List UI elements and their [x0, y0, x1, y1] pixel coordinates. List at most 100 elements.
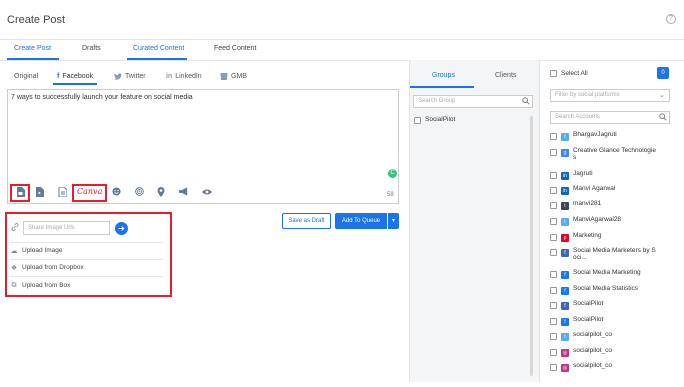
account-row[interactable]: t manvi281 [550, 200, 660, 213]
account-row[interactable]: t BhargavJagruti [550, 131, 660, 144]
tab-original[interactable]: Original [14, 73, 38, 80]
account-row[interactable]: f SocialPilot [550, 316, 660, 329]
account-row[interactable]: g Creative Glance Technologie s [550, 147, 660, 161]
queue-options-chevron-down-icon[interactable]: ▾ [388, 213, 399, 229]
grammarly-icon[interactable]: C [388, 169, 397, 178]
chevron-down-icon[interactable]: ⌄ [659, 91, 665, 99]
account-checkbox[interactable] [550, 287, 557, 294]
account-name: Jagruti [573, 170, 593, 177]
account-checkbox[interactable] [550, 149, 557, 156]
upload-box-button[interactable]: ⧉ Upload from Box [10, 277, 163, 294]
tab-gmb-label: GMB [231, 73, 247, 80]
account-row[interactable]: f Social Media Marketing [550, 269, 660, 282]
post-text[interactable]: 7 ways to successfully launch your featu… [11, 94, 193, 101]
account-row[interactable]: f SocialPilot [550, 300, 660, 313]
search-group-input[interactable]: Search Group [413, 95, 533, 108]
tab-facebook-underline [53, 83, 97, 85]
account-checkbox[interactable] [550, 249, 557, 256]
account-checkbox[interactable] [550, 218, 557, 225]
canva-button[interactable]: Canva [77, 187, 102, 196]
account-row[interactable]: t socialpilot_co [550, 331, 660, 344]
account-checkbox[interactable] [550, 234, 557, 241]
page-title: Create Post [7, 14, 66, 26]
groups-scrollbar[interactable] [530, 116, 533, 376]
account-checkbox[interactable] [550, 302, 557, 309]
target-icon[interactable] [133, 187, 145, 199]
tab-facebook[interactable]: f Facebook [57, 73, 93, 80]
account-row[interactable]: f Social Media Marketers by S oci... [550, 247, 660, 261]
facebook-icon: f [561, 270, 569, 279]
account-checkbox[interactable] [550, 349, 557, 356]
groups-panel [409, 60, 540, 382]
help-icon[interactable]: ? [666, 14, 676, 24]
search-icon[interactable] [522, 97, 530, 107]
submit-url-arrow-icon[interactable]: ➔ [115, 222, 128, 235]
group-checkbox[interactable] [414, 117, 421, 124]
tab-linkedin-label: LinkedIn [175, 73, 202, 80]
upload-dropbox-button[interactable]: ❖ Upload from Dropbox [10, 259, 163, 276]
facebook-icon: f [561, 317, 569, 326]
search-icon[interactable] [659, 113, 667, 123]
tab-linkedin[interactable]: in LinkedIn [166, 73, 202, 80]
add-to-queue-button[interactable]: Add To Queue [335, 213, 387, 229]
account-name: Social Media Marketers by S oci... [573, 247, 656, 261]
image-url-input[interactable]: Share Image Urls [23, 221, 110, 235]
account-checkbox[interactable] [550, 364, 557, 371]
tab-twitter[interactable]: Twitter [114, 73, 146, 80]
tab-drafts[interactable]: Drafts [82, 45, 101, 52]
account-checkbox[interactable] [550, 333, 557, 340]
video-upload-icon[interactable] [33, 187, 45, 199]
account-checkbox[interactable] [550, 202, 557, 209]
account-name: Marketing [573, 232, 602, 239]
account-checkbox[interactable] [550, 172, 557, 179]
emoji-icon[interactable] [110, 187, 122, 199]
facebook-icon: f [561, 286, 569, 295]
upload-box-label: Upload from Box [22, 282, 71, 289]
linkedin-icon: in [561, 171, 569, 180]
document-icon[interactable] [56, 186, 68, 199]
account-checkbox[interactable] [550, 271, 557, 278]
account-checkbox[interactable] [550, 318, 557, 325]
tab-original-label: Original [14, 73, 39, 80]
search-accounts-input[interactable]: Search Accounts [550, 111, 670, 124]
tab-gmb[interactable]: GMB [220, 73, 247, 80]
platform-filter-select[interactable]: Filter by social platforms [550, 89, 670, 102]
account-name: Social Media Marketing [573, 269, 641, 276]
gmb-icon [220, 73, 228, 80]
account-row[interactable]: in Manvi Agarwal [550, 185, 660, 198]
post-editor[interactable]: 7 ways to successfully launch your featu… [7, 89, 399, 204]
pinterest-icon: p [561, 233, 569, 242]
selected-count-badge: 0 [657, 67, 669, 79]
account-checkbox[interactable] [550, 133, 557, 140]
image-upload-icon[interactable] [14, 187, 26, 199]
location-icon[interactable] [155, 187, 167, 199]
group-item[interactable]: SocialPilot [425, 116, 455, 123]
tab-create-post[interactable]: Create Post [14, 45, 51, 52]
twitter-icon [114, 73, 122, 80]
select-all-label[interactable]: Select All [561, 70, 588, 77]
account-row[interactable]: p Marketing [550, 232, 660, 245]
account-row[interactable]: f Social Media Statistics [550, 285, 660, 298]
tab-groups[interactable]: Groups [432, 72, 455, 79]
facebook-group-icon: f [561, 301, 569, 310]
tab-curated-content[interactable]: Curated Content [133, 45, 184, 52]
account-row[interactable]: t ManviAgarwal28 [550, 216, 660, 229]
tab-clients[interactable]: Clients [495, 72, 516, 79]
select-all-checkbox[interactable] [550, 70, 557, 77]
preview-icon[interactable] [201, 187, 213, 199]
megaphone-icon[interactable] [178, 187, 190, 199]
instagram-icon: ◎ [561, 348, 569, 357]
account-name: BhargavJagruti [573, 131, 617, 138]
upload-image-button[interactable]: ☁ Upload Image [10, 242, 163, 259]
save-draft-button[interactable]: Save as Draft [282, 213, 331, 229]
tabs-divider [0, 60, 684, 61]
account-row[interactable]: ◎ socialpilot_co [550, 362, 660, 375]
account-row[interactable]: ◎ socialpilot_co [550, 347, 660, 360]
cloud-upload-icon: ☁ [10, 247, 18, 255]
account-row[interactable]: in Jagruti [550, 170, 660, 183]
account-checkbox[interactable] [550, 187, 557, 194]
tab-groups-underline [410, 86, 474, 88]
tab-feed-content[interactable]: Feed Content [214, 45, 256, 52]
account-name: ManviAgarwal28 [573, 216, 622, 223]
tab-twitter-label: Twitter [125, 73, 146, 80]
